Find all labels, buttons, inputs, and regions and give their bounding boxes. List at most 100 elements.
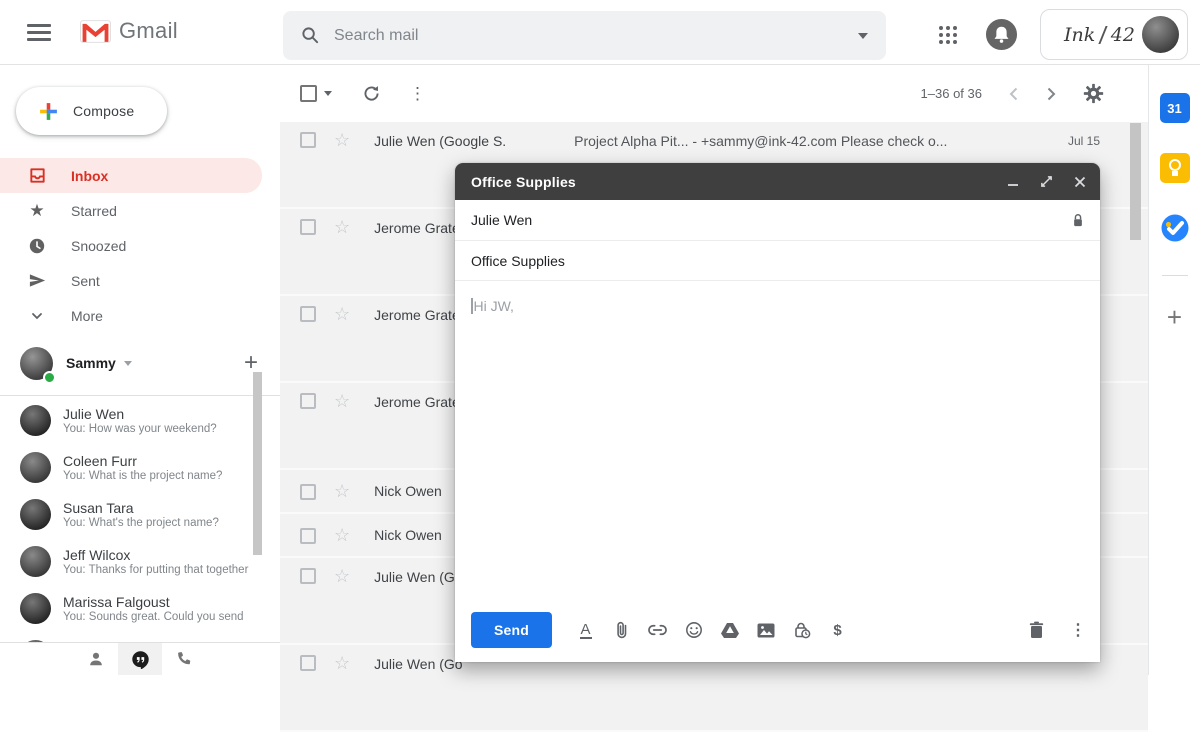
- list-toolbar: ⋮ 1–36 of 36: [280, 65, 1148, 122]
- sidebar-item-inbox[interactable]: Inbox: [0, 158, 262, 193]
- attach-icon[interactable]: [612, 621, 631, 640]
- more-vertical-icon[interactable]: ⋮: [409, 84, 426, 104]
- chat-bottom-bar: [0, 642, 280, 675]
- settings-gear-icon[interactable]: [1083, 83, 1104, 104]
- phone-icon[interactable]: [162, 643, 206, 675]
- right-side-rail: 31 +: [1148, 65, 1200, 675]
- search-bar[interactable]: [283, 11, 886, 60]
- chat-username: Sammy: [66, 355, 116, 371]
- chat-user-row[interactable]: Sammy +: [0, 337, 280, 389]
- star-icon[interactable]: ☆: [334, 481, 350, 501]
- chat-contact[interactable]: Susan Tara You: What's the project name?: [0, 491, 280, 538]
- search-options-caret-icon[interactable]: [858, 32, 868, 39]
- drive-icon[interactable]: [720, 621, 739, 640]
- checkbox[interactable]: [300, 655, 316, 671]
- checkbox[interactable]: [300, 568, 316, 584]
- gmail-logo[interactable]: Gmail: [80, 18, 178, 44]
- sidebar-item-label: Sent: [71, 272, 100, 289]
- text-cursor: [471, 298, 473, 314]
- compose-label: Compose: [73, 103, 135, 119]
- star-icon[interactable]: ☆: [334, 130, 350, 150]
- add-icon[interactable]: +: [1167, 304, 1182, 330]
- sidebar-item-sent[interactable]: Sent: [0, 263, 262, 298]
- compose-footer: Send A $ ⋮: [455, 604, 1100, 662]
- select-caret-icon[interactable]: [324, 91, 332, 96]
- contact-name: Coleen Furr: [63, 453, 137, 469]
- chevron-right-icon[interactable]: [1046, 87, 1056, 101]
- star-icon[interactable]: ☆: [334, 525, 350, 545]
- contact-preview: You: What's the project name?: [63, 517, 219, 529]
- select-all-checkbox[interactable]: [300, 85, 317, 102]
- toolbar-right: 1–36 of 36: [921, 83, 1104, 104]
- contact-name: Marissa Falgoust: [63, 594, 170, 610]
- chat-contact[interactable]: Julie Wen You: How was your weekend?: [0, 397, 280, 444]
- chat-contact[interactable]: Coleen Furr You: What is the project nam…: [0, 444, 280, 491]
- inbox-icon: [27, 166, 47, 186]
- checkbox[interactable]: [300, 527, 316, 544]
- refresh-icon[interactable]: [362, 84, 381, 103]
- sidebar-item-starred[interactable]: ★ Starred: [0, 193, 262, 228]
- star-icon[interactable]: ☆: [334, 653, 350, 673]
- hamburger-icon[interactable]: [27, 24, 51, 42]
- contact-text: Julie Wen You: How was your weekend?: [63, 406, 275, 435]
- star-icon[interactable]: ☆: [334, 566, 350, 586]
- formatting-icon[interactable]: A: [576, 621, 595, 640]
- send-button[interactable]: Send: [471, 612, 553, 648]
- mail-nav: Inbox ★ Starred Snoozed Sent More: [0, 158, 280, 333]
- emoji-icon[interactable]: [684, 621, 703, 640]
- bulb-base: [1171, 171, 1178, 176]
- brand-left: Ink: [1064, 23, 1096, 46]
- subject-field[interactable]: Office Supplies: [455, 241, 1100, 281]
- trash-icon[interactable]: [1027, 621, 1046, 640]
- body-text: Hi JW,: [473, 298, 514, 314]
- chevron-left-icon[interactable]: [1009, 87, 1019, 101]
- divider: [0, 395, 280, 396]
- sidebar-item-more[interactable]: More: [0, 298, 262, 333]
- contact-name: Susan Tara: [63, 500, 134, 516]
- star-icon[interactable]: ☆: [334, 304, 350, 324]
- chat-scrollbar[interactable]: [253, 372, 262, 555]
- more-vertical-icon[interactable]: ⋮: [1070, 620, 1086, 640]
- contacts-person-icon[interactable]: [74, 643, 118, 675]
- presence-indicator: [43, 370, 56, 384]
- star-icon[interactable]: ☆: [334, 391, 350, 411]
- apps-grid-icon[interactable]: [936, 23, 960, 47]
- money-icon[interactable]: $: [828, 621, 847, 640]
- contact-text: Jeff Wilcox You: Thanks for putting that…: [63, 547, 275, 576]
- subject-value: Office Supplies: [471, 252, 565, 269]
- clock-icon: [27, 236, 47, 256]
- search-input[interactable]: [334, 26, 858, 45]
- close-icon[interactable]: [1074, 176, 1086, 188]
- checkbox[interactable]: [300, 393, 316, 409]
- image-icon[interactable]: [756, 621, 775, 640]
- checkbox[interactable]: [300, 483, 316, 500]
- confidential-icon[interactable]: [792, 621, 811, 640]
- chat-contact[interactable]: Jeff Wilcox You: Thanks for putting that…: [0, 538, 280, 585]
- chat-contact[interactable]: Marissa Falgoust You: Sounds great. Coul…: [0, 585, 280, 632]
- checkbox[interactable]: [300, 132, 316, 148]
- brand-right: 42: [1110, 23, 1135, 46]
- compose-titlebar[interactable]: Office Supplies: [455, 163, 1100, 200]
- link-icon[interactable]: [648, 621, 667, 640]
- sidebar-item-label: Snoozed: [71, 237, 127, 254]
- chat-contact-list: Julie Wen You: How was your weekend? Col…: [0, 397, 280, 643]
- keep-icon[interactable]: [1159, 153, 1190, 183]
- avatar[interactable]: [1142, 16, 1179, 53]
- recipient-field[interactable]: Julie Wen: [455, 200, 1100, 241]
- checkbox[interactable]: [300, 306, 316, 322]
- notification-bell-icon[interactable]: [985, 18, 1018, 51]
- list-scrollbar[interactable]: [1130, 123, 1141, 240]
- account-pill[interactable]: Ink 42: [1040, 9, 1188, 60]
- sidebar-item-snoozed[interactable]: Snoozed: [0, 228, 262, 263]
- popout-icon[interactable]: [1040, 175, 1053, 188]
- chevron-down-icon[interactable]: [123, 360, 132, 366]
- contact-preview: You: What is the project name?: [63, 470, 223, 482]
- calendar-icon[interactable]: 31: [1159, 93, 1190, 123]
- hangouts-icon[interactable]: [118, 643, 162, 675]
- tasks-icon[interactable]: [1160, 213, 1190, 243]
- compose-button[interactable]: Compose: [16, 87, 167, 135]
- star-icon[interactable]: ☆: [334, 217, 350, 237]
- minimize-icon[interactable]: [1007, 176, 1019, 188]
- checkbox[interactable]: [300, 219, 316, 235]
- message-body-field[interactable]: Hi JW,: [455, 281, 1100, 604]
